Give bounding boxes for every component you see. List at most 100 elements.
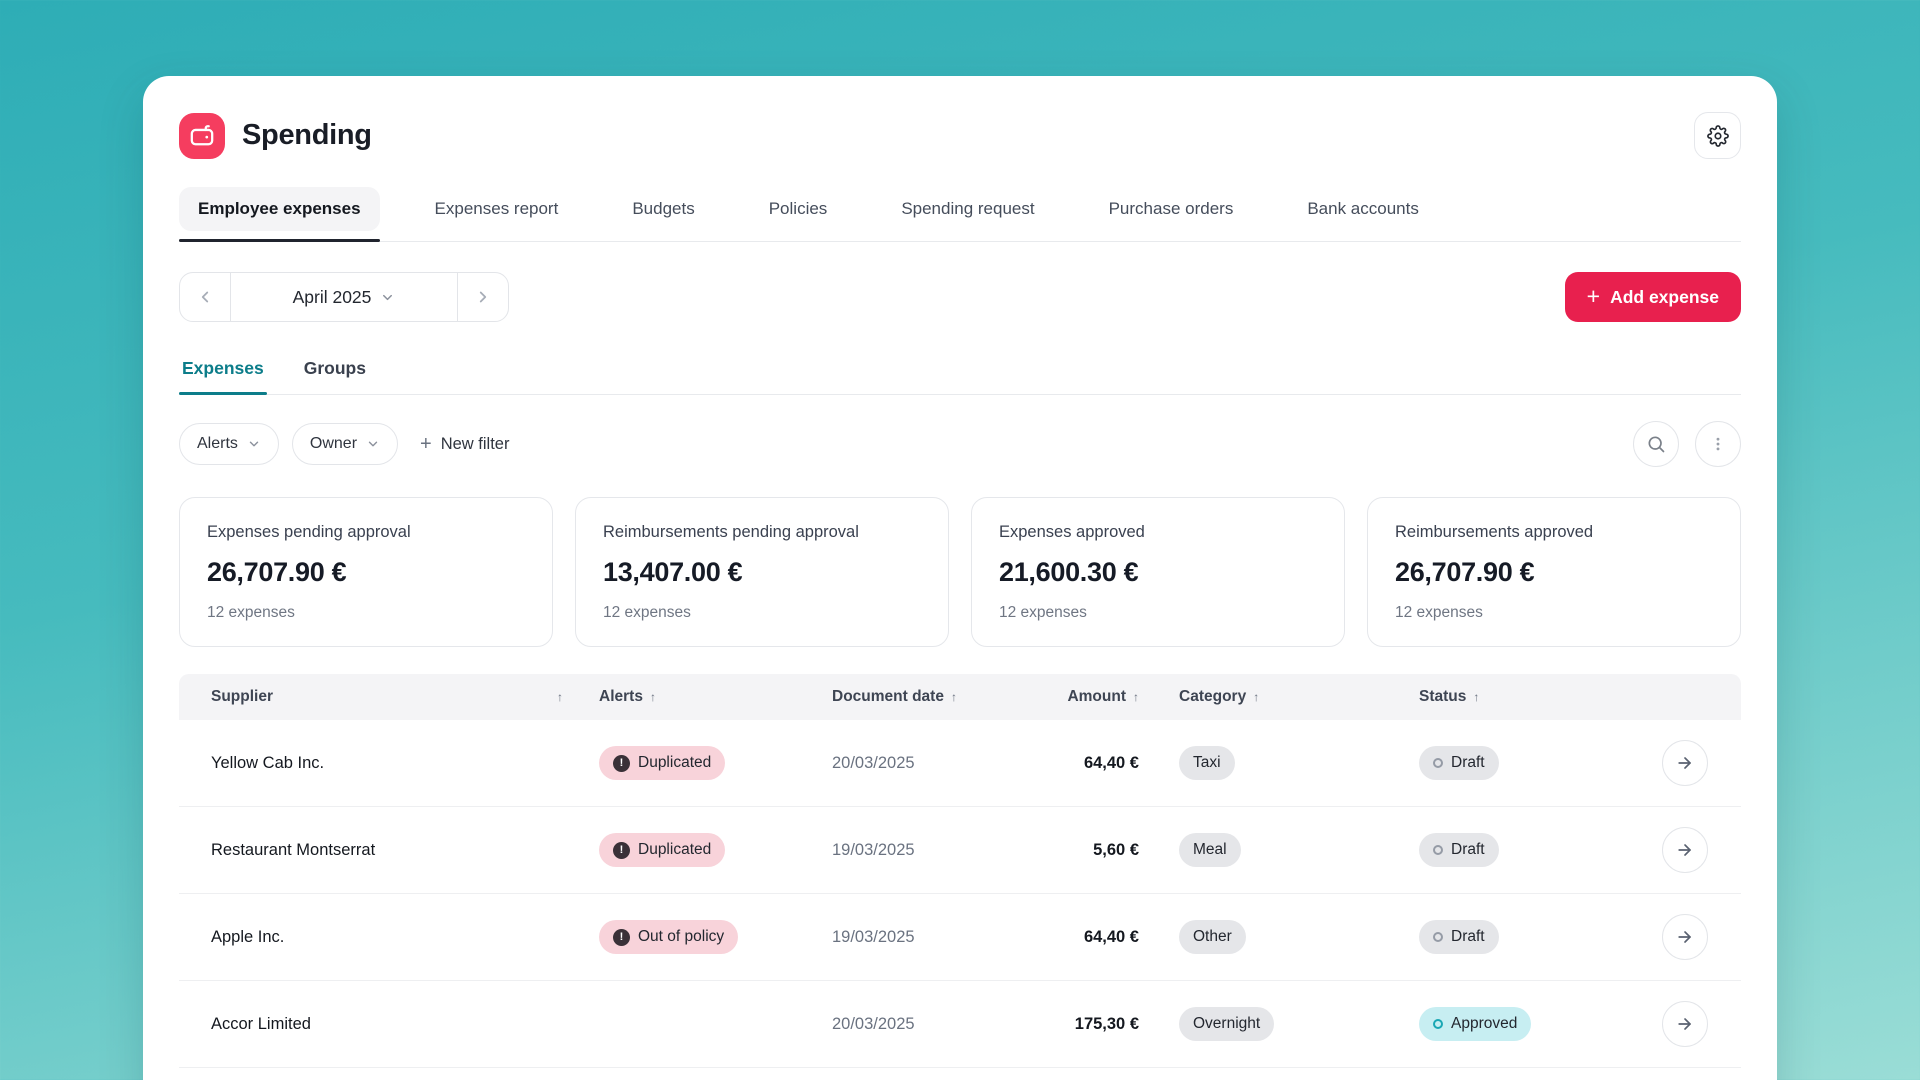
amount-cell: 64,40 € (1014, 754, 1139, 773)
previous-month-button[interactable] (180, 273, 230, 321)
tab-policies[interactable]: Policies (750, 187, 847, 231)
period-label: April 2025 (293, 287, 372, 308)
column-label: Amount (1067, 688, 1126, 706)
tab-expenses[interactable]: Expenses (181, 358, 265, 394)
more-options-button[interactable] (1695, 421, 1741, 467)
tab-budgets[interactable]: Budgets (613, 187, 713, 231)
tab-expenses-report[interactable]: Expenses report (416, 187, 578, 231)
open-expense-button[interactable] (1662, 827, 1708, 873)
tab-groups[interactable]: Groups (303, 358, 367, 394)
open-expense-button[interactable] (1662, 1001, 1708, 1047)
search-icon (1646, 434, 1666, 454)
alert-badge: ! Out of policy (599, 920, 738, 954)
add-expense-button[interactable]: + Add expense (1565, 272, 1741, 322)
card-title: Reimbursements approved (1395, 523, 1713, 542)
document-date-cell: 20/03/2025 (814, 1015, 1014, 1034)
alert-icon: ! (613, 755, 630, 772)
table-body: Yellow Cab Inc. ! Duplicated 20/03/2025 … (179, 720, 1741, 1080)
column-label: Supplier (211, 688, 273, 706)
new-filter-button[interactable]: + New filter (420, 433, 509, 456)
status-badge: Draft (1419, 746, 1499, 780)
table-row[interactable]: Accor Limited 20/03/2025 175,30 € Overni… (179, 981, 1741, 1068)
status-label: Draft (1451, 928, 1485, 946)
status-dot-icon (1433, 1019, 1443, 1029)
category-cell: Meal (1139, 833, 1379, 867)
card-amount: 26,707.90 € (1395, 557, 1713, 588)
card-count: 12 expenses (603, 604, 921, 622)
column-header-supplier[interactable]: Supplier ↑ (179, 688, 579, 706)
status-badge: Draft (1419, 920, 1499, 954)
settings-button[interactable] (1694, 112, 1741, 159)
toolbar: April 2025 + Add expense (179, 272, 1741, 322)
status-label: Draft (1451, 841, 1485, 859)
arrow-right-icon (1675, 840, 1695, 860)
column-header-alerts[interactable]: Alerts ↑ (579, 688, 814, 706)
sort-icon: ↑ (650, 690, 656, 704)
page-title: Spending (242, 119, 372, 152)
expenses-table: Supplier ↑ Alerts ↑ Document date ↑ Amou… (179, 674, 1741, 1080)
tab-bank-accounts[interactable]: Bank accounts (1288, 187, 1438, 231)
owner-filter[interactable]: Owner (292, 423, 398, 465)
column-label: Category (1179, 688, 1246, 706)
column-label: Document date (832, 688, 944, 706)
status-dot-icon (1433, 845, 1443, 855)
card-title: Expenses approved (999, 523, 1317, 542)
chevron-down-icon (247, 437, 261, 451)
chevron-right-icon (474, 288, 492, 306)
period-navigator: April 2025 (179, 272, 509, 322)
column-header-document-date[interactable]: Document date ↑ (814, 688, 1014, 706)
desktop-background: { "header": { "title": "Spending" }, "na… (0, 0, 1920, 1080)
document-date-cell: 19/03/2025 (814, 841, 1014, 860)
card-expenses-pending-approval: Expenses pending approval 26,707.90 € 12… (179, 497, 553, 647)
table-row[interactable]: Apple Inc. ! Out of policy 19/03/2025 64… (179, 894, 1741, 981)
status-label: Approved (1451, 1015, 1517, 1033)
column-header-amount[interactable]: Amount ↑ (1014, 688, 1139, 706)
status-dot-icon (1433, 758, 1443, 768)
arrow-right-icon (1675, 753, 1695, 773)
new-filter-label: New filter (441, 435, 510, 454)
card-reimbursements-pending-approval: Reimbursements pending approval 13,407.0… (575, 497, 949, 647)
search-button[interactable] (1633, 421, 1679, 467)
summary-cards: Expenses pending approval 26,707.90 € 12… (179, 497, 1741, 647)
column-header-status[interactable]: Status ↑ (1379, 688, 1629, 706)
alerts-filter[interactable]: Alerts (179, 423, 279, 465)
column-label: Status (1419, 688, 1466, 706)
table-row[interactable]: Yellow Cab Inc. ! Duplicated 20/03/2025 … (179, 720, 1741, 807)
plus-icon: + (420, 433, 432, 456)
alerts-filter-label: Alerts (197, 435, 238, 453)
card-reimbursements-approved: Reimbursements approved 26,707.90 € 12 e… (1367, 497, 1741, 647)
supplier-cell: Restaurant Montserrat (179, 841, 579, 860)
amount-cell: 175,30 € (1014, 1015, 1139, 1034)
add-expense-label: Add expense (1610, 287, 1719, 308)
column-header-category[interactable]: Category ↑ (1139, 688, 1379, 706)
app-header: Spending (179, 76, 1741, 159)
amount-cell: 5,60 € (1014, 841, 1139, 860)
table-row[interactable]: Sea Call 20/03/2025 5,45 € Overnight App… (179, 1068, 1741, 1080)
table-header-row: Supplier ↑ Alerts ↑ Document date ↑ Amou… (179, 674, 1741, 720)
filter-bar: Alerts Owner + New filter (179, 421, 1741, 467)
card-title: Reimbursements pending approval (603, 523, 921, 542)
supplier-cell: Apple Inc. (179, 928, 579, 947)
brand: Spending (179, 113, 372, 159)
period-dropdown[interactable]: April 2025 (230, 273, 458, 321)
chevron-down-icon (366, 437, 380, 451)
tab-purchase-orders[interactable]: Purchase orders (1090, 187, 1253, 231)
status-badge: Approved (1419, 1007, 1531, 1041)
category-badge: Meal (1179, 833, 1241, 867)
category-badge: Taxi (1179, 746, 1235, 780)
table-row[interactable]: Restaurant Montserrat ! Duplicated 19/03… (179, 807, 1741, 894)
spending-app-card: Spending Employee expenses Expenses repo… (143, 76, 1777, 1080)
open-expense-button[interactable] (1662, 914, 1708, 960)
next-month-button[interactable] (458, 273, 508, 321)
tab-spending-request[interactable]: Spending request (882, 187, 1053, 231)
alert-cell: ! Out of policy (579, 920, 814, 954)
sort-icon: ↑ (557, 690, 563, 704)
card-title: Expenses pending approval (207, 523, 525, 542)
alert-cell: ! Duplicated (579, 746, 814, 780)
tab-employee-expenses[interactable]: Employee expenses (179, 187, 380, 231)
open-expense-button[interactable] (1662, 740, 1708, 786)
owner-filter-label: Owner (310, 435, 357, 453)
alert-badge: ! Duplicated (599, 833, 725, 867)
alert-label: Duplicated (638, 841, 711, 859)
status-dot-icon (1433, 932, 1443, 942)
